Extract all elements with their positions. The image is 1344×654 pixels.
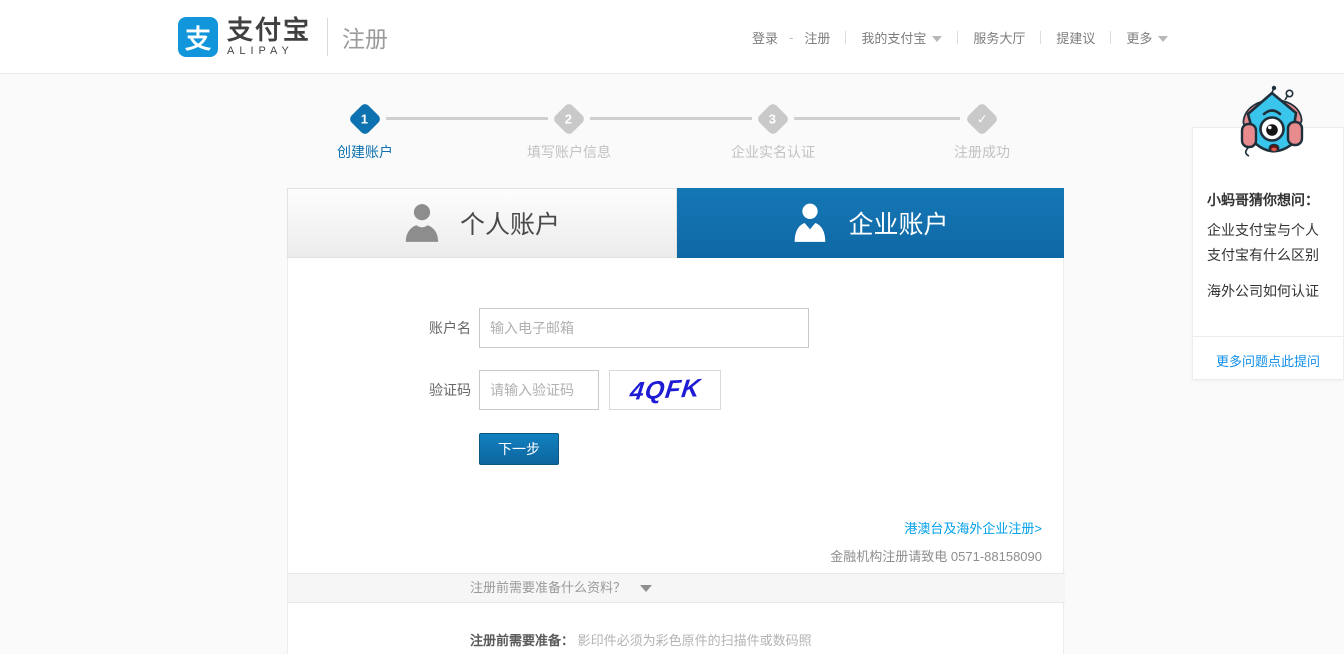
alipay-logo[interactable]: 支 支付宝 ALIPAY 注册 xyxy=(178,17,388,57)
step-2-fill-info: 2 xyxy=(552,102,586,136)
progress-steps: 1 创建账户 2 填写账户信息 3 企业实名认证 ✓ 注册成功 xyxy=(287,95,1064,171)
nav-divider xyxy=(1040,30,1042,44)
enterprise-register-form: 账户名 验证码 4QFK 下一步 港澳台及海外企业注册> 金融机构注册请致电 0… xyxy=(287,258,1065,654)
brand-name-cn: 支付宝 xyxy=(227,15,312,45)
brand-text: 支付宝 ALIPAY xyxy=(227,17,311,57)
help-question-1[interactable]: 企业支付宝与个人支付宝有什么区别 xyxy=(1207,218,1329,268)
top-header: 支 支付宝 ALIPAY 注册 登录 - 注册 我的支付宝 服务大厅 提建议 更… xyxy=(0,0,1344,74)
captcha-code: 4QFK xyxy=(628,373,703,406)
step-3-label: 企业实名认证 xyxy=(731,144,815,160)
nav-my-alipay[interactable]: 我的支付宝 xyxy=(861,28,943,47)
help-card-title: 小蚂哥猜你想问： xyxy=(1207,192,1319,208)
step-4-label: 注册成功 xyxy=(954,144,1010,160)
nav-dash: - xyxy=(789,29,794,45)
tab-enterprise-account[interactable]: 企业账户 xyxy=(677,188,1064,258)
logo-separator xyxy=(327,18,329,56)
tab-personal-account[interactable]: 个人账户 xyxy=(287,188,677,258)
captcha-label: 验证码 xyxy=(429,382,471,398)
more-questions-link[interactable]: 更多问题点此提问 xyxy=(1193,351,1343,370)
step-1-label: 创建账户 xyxy=(337,144,393,160)
person-icon xyxy=(405,204,439,242)
ant-mascot-icon xyxy=(1240,85,1304,157)
nav-more[interactable]: 更多 xyxy=(1126,28,1169,47)
account-email-input[interactable] xyxy=(479,308,809,348)
finance-phone-note: 金融机构注册请致电 0571-88158090 xyxy=(830,549,1042,564)
chevron-down-icon xyxy=(932,35,943,42)
alipay-logo-icon: 支 xyxy=(178,17,218,57)
step-2-label: 填写账户信息 xyxy=(527,144,611,160)
chevron-down-icon xyxy=(639,585,652,592)
next-step-button[interactable]: 下一步 xyxy=(479,433,559,465)
help-question-2[interactable]: 海外公司如何认证 xyxy=(1207,281,1337,301)
captcha-input[interactable] xyxy=(479,370,599,410)
tab-enterprise-label: 企业账户 xyxy=(848,211,949,239)
help-card-divider xyxy=(1193,336,1343,337)
nav-divider xyxy=(957,30,959,44)
step-1-create-account: 1 xyxy=(348,102,382,136)
prep-title: 注册前需要准备： xyxy=(470,633,575,648)
logo-glyph: 支 xyxy=(184,23,211,54)
business-person-icon xyxy=(795,203,826,242)
nav-divider xyxy=(1110,30,1112,44)
page-title: 注册 xyxy=(342,26,389,52)
step-connector xyxy=(590,117,752,120)
prep-instructions: 注册前需要准备： 影印件必须为彩色原件的扫描件或数码照 xyxy=(470,630,812,649)
tab-personal-label: 个人账户 xyxy=(459,211,560,239)
faq-accordion-bar[interactable]: 注册前需要准备什么资料？ xyxy=(288,573,1065,603)
faq-question: 注册前需要准备什么资料？ xyxy=(470,580,627,595)
prep-text: 影印件必须为彩色原件的扫描件或数码照 xyxy=(577,633,812,648)
help-suggestions-card: 小蚂哥猜你想问： 企业支付宝与个人支付宝有什么区别 海外公司如何认证 更多问题点… xyxy=(1192,127,1344,380)
step-connector xyxy=(794,117,960,120)
top-nav: 登录 - 注册 我的支付宝 服务大厅 提建议 更多 xyxy=(752,0,1169,74)
nav-divider xyxy=(845,30,847,44)
nav-suggest[interactable]: 提建议 xyxy=(1056,28,1095,47)
nav-register[interactable]: 注册 xyxy=(804,28,830,47)
overseas-register-link[interactable]: 港澳台及海外企业注册> xyxy=(904,518,1042,537)
step-3-verify: 3 xyxy=(756,102,790,136)
step-connector xyxy=(386,117,548,120)
nav-login[interactable]: 登录 xyxy=(752,28,778,47)
captcha-image[interactable]: 4QFK xyxy=(609,370,721,410)
step-4-success-check-icon: ✓ xyxy=(965,102,999,136)
chevron-down-icon xyxy=(1158,35,1169,42)
account-name-label: 账户名 xyxy=(429,320,471,336)
nav-service-hall[interactable]: 服务大厅 xyxy=(973,28,1025,47)
brand-name-en: ALIPAY xyxy=(227,45,294,57)
register-panel: 个人账户 企业账户 账户名 验证码 4QFK 下一步 港澳台及海外企业注册> 金… xyxy=(287,188,1065,654)
